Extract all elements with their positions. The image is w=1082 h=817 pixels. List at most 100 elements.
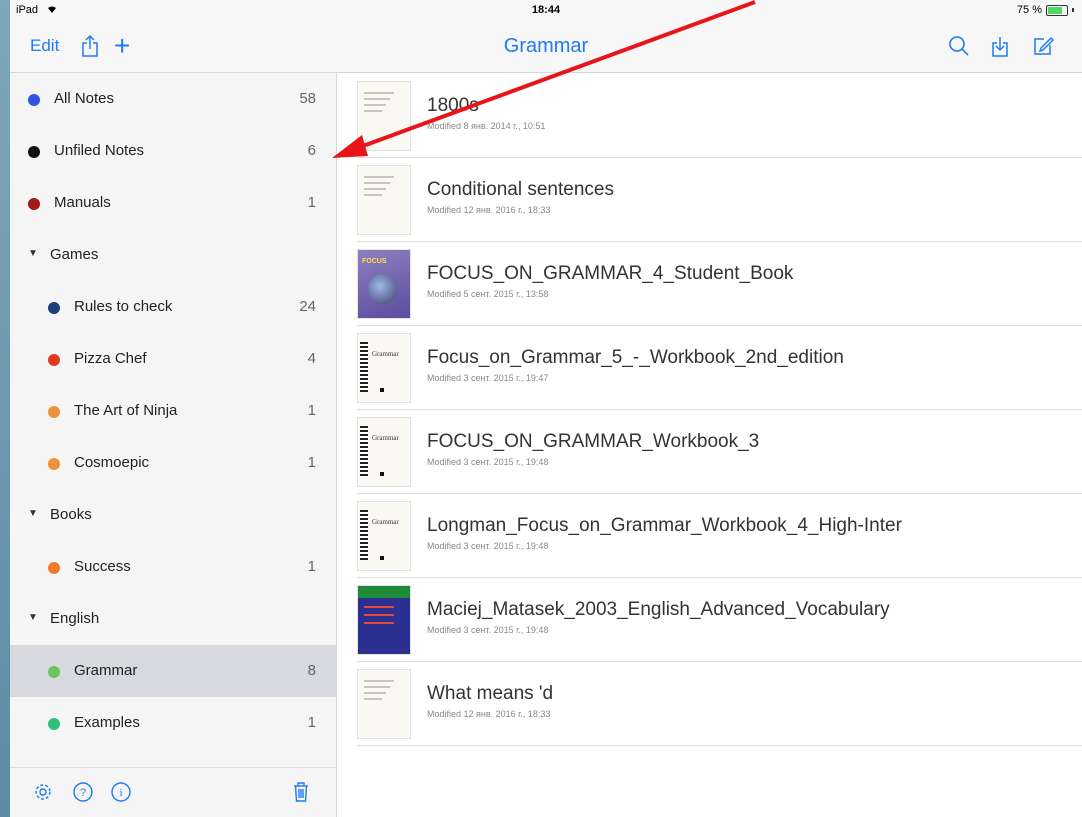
note-title: Focus_on_Grammar_5_-_Workbook_2nd_editio… xyxy=(427,347,844,368)
note-item[interactable]: Conditional sentences Modified 12 янв. 20… xyxy=(357,157,1082,242)
note-title: What means 'd xyxy=(427,683,554,704)
note-thumbnail: Grammar xyxy=(357,333,411,403)
ipad-screen: iPad 18:44 75 % Edit + Grammar All Notes… xyxy=(10,0,1082,817)
note-item[interactable]: Grammar Longman_Focus_on_Grammar_Workbook… xyxy=(357,493,1082,578)
sidebar-item-label: Pizza Chef xyxy=(74,350,147,367)
sidebar-item-count: 1 xyxy=(307,558,316,575)
sidebar-item-label: Manuals xyxy=(54,194,111,211)
notebook-color-dot xyxy=(48,666,60,678)
note-item[interactable]: Grammar Focus_on_Grammar_5_-_Workbook_2nd… xyxy=(357,325,1082,410)
info-icon[interactable]: i xyxy=(110,781,132,808)
sidebar-item-count: 1 xyxy=(307,402,316,419)
sidebar-item-label: Unfiled Notes xyxy=(54,142,145,159)
note-modified-date: Modified 12 янв. 2016 г., 18:33 xyxy=(427,709,551,719)
note-modified-date: Modified 3 сент. 2015 г., 19:48 xyxy=(427,625,549,635)
note-title: FOCUS_ON_GRAMMAR_Workbook_3 xyxy=(427,431,760,452)
note-title: Longman_Focus_on_Grammar_Workbook_4_High… xyxy=(427,515,902,536)
disclosure-triangle-icon[interactable]: ▼ xyxy=(28,248,38,259)
note-item[interactable]: Grammar FOCUS_ON_GRAMMAR_Workbook_3 Modifi… xyxy=(357,409,1082,494)
page-title: Grammar xyxy=(503,35,589,57)
sidebar-item-label: Books xyxy=(50,506,92,523)
note-thumbnail: Grammar xyxy=(357,501,411,571)
sidebar-item-count: 8 xyxy=(307,662,316,679)
sidebar-item[interactable]: ▼ Books xyxy=(10,489,336,541)
note-modified-date: Modified 3 сент. 2015 г., 19:48 xyxy=(427,457,549,467)
note-thumbnail xyxy=(357,165,411,235)
navigation-bar: Edit + Grammar xyxy=(10,20,1082,73)
note-thumbnail: FOCUS xyxy=(357,249,411,319)
sidebar-item[interactable]: ▼ Games xyxy=(10,229,336,281)
svg-text:?: ? xyxy=(80,787,86,799)
note-modified-date: Modified 3 сент. 2015 г., 19:47 xyxy=(427,373,549,383)
notes-list: 1800s Modified 8 янв. 2014 г., 10:51 Condi… xyxy=(337,73,1082,817)
sidebar-item[interactable]: Success 1 xyxy=(10,541,336,593)
note-item[interactable]: Maciej_Matasek_2003_English_Advanced_Voc… xyxy=(357,577,1082,662)
battery-icon xyxy=(1046,4,1068,16)
disclosure-triangle-icon[interactable]: ▼ xyxy=(28,612,38,623)
sidebar-item[interactable]: The Art of Ninja 1 xyxy=(10,385,336,437)
sidebar-item-label: Examples xyxy=(74,714,140,731)
clock: 18:44 xyxy=(531,4,561,16)
sidebar-item[interactable]: ▼ English xyxy=(10,593,336,645)
status-bar: iPad 18:44 75 % xyxy=(10,0,1082,20)
sidebar-item-count: 1 xyxy=(307,454,316,471)
note-title: Maciej_Matasek_2003_English_Advanced_Voc… xyxy=(427,599,890,620)
sidebar-item-label: Grammar xyxy=(74,662,138,679)
notebook-color-dot xyxy=(48,354,60,366)
sidebar-item[interactable]: Rules to check 24 xyxy=(10,281,336,333)
sidebar-item-count: 4 xyxy=(307,350,316,367)
compose-icon[interactable] xyxy=(1032,20,1054,72)
sidebar-item[interactable]: Cosmoepic 1 xyxy=(10,437,336,489)
help-icon[interactable]: ? xyxy=(72,781,94,808)
notebook-color-dot xyxy=(28,146,40,158)
notebook-color-dot xyxy=(28,94,40,106)
sidebar-item-count: 1 xyxy=(307,714,316,731)
sidebar-item-count: 1 xyxy=(307,194,316,211)
note-modified-date: Modified 8 янв. 2014 г., 10:51 xyxy=(427,121,546,131)
trash-icon[interactable] xyxy=(292,781,310,808)
note-thumbnail xyxy=(357,669,411,739)
sidebar-item[interactable]: All Notes 58 xyxy=(10,73,336,125)
sidebar-item-label: Cosmoepic xyxy=(74,454,150,471)
sidebar-item-label: The Art of Ninja xyxy=(74,402,178,419)
sidebar-item[interactable]: Grammar 8 xyxy=(10,645,336,697)
settings-gear-icon[interactable] xyxy=(32,781,54,808)
svg-text:i: i xyxy=(119,787,122,799)
note-title: Conditional sentences xyxy=(427,179,614,200)
battery-percent: 75 % xyxy=(1016,4,1042,16)
sidebar-item[interactable]: Pizza Chef 4 xyxy=(10,333,336,385)
sidebar-item[interactable]: Unfiled Notes 6 xyxy=(10,125,336,177)
notebook-color-dot xyxy=(48,562,60,574)
sidebar-item-count: 6 xyxy=(307,142,316,159)
sidebar-item[interactable]: Manuals 1 xyxy=(10,177,336,229)
note-modified-date: Modified 12 янв. 2016 г., 18:33 xyxy=(427,205,551,215)
note-item[interactable]: 1800s Modified 8 янв. 2014 г., 10:51 xyxy=(357,73,1082,158)
note-thumbnail: Grammar xyxy=(357,417,411,487)
import-icon[interactable] xyxy=(990,20,1010,72)
disclosure-triangle-icon[interactable]: ▼ xyxy=(28,508,38,519)
notebook-sidebar: All Notes 58 Unfiled Notes 6 Manuals 1 ▼ Games R… xyxy=(10,73,337,817)
battery-status: 75 % xyxy=(1017,4,1074,16)
notebook-color-dot xyxy=(28,198,40,210)
sidebar-item-label: Games xyxy=(50,246,99,263)
note-title: 1800s xyxy=(427,95,479,116)
note-thumbnail xyxy=(357,585,411,655)
sidebar-item-count: 24 xyxy=(299,298,316,315)
note-item[interactable]: What means 'd Modified 12 янв. 2016 г., 1… xyxy=(357,661,1082,746)
notebook-color-dot xyxy=(48,458,60,470)
note-modified-date: Modified 5 сент. 2015 г., 13:58 xyxy=(427,289,549,299)
sidebar-item-label: All Notes xyxy=(54,90,115,107)
note-title: FOCUS_ON_GRAMMAR_4_Student_Book xyxy=(427,263,794,284)
notebook-color-dot xyxy=(48,406,60,418)
sidebar-item[interactable]: Examples 1 xyxy=(10,697,336,749)
note-item[interactable]: FOCUS FOCUS_ON_GRAMMAR_4_Student_Book Modi… xyxy=(357,241,1082,326)
sidebar-item-count: 58 xyxy=(299,90,316,107)
note-thumbnail xyxy=(357,81,411,151)
sidebar-item-label: English xyxy=(50,610,100,627)
notebook-color-dot xyxy=(48,302,60,314)
notebook-color-dot xyxy=(48,718,60,730)
sidebar-item-label: Rules to check xyxy=(74,298,173,315)
search-icon[interactable] xyxy=(948,20,970,72)
sidebar-item-label: Success xyxy=(74,558,131,575)
note-modified-date: Modified 3 сент. 2015 г., 19:48 xyxy=(427,541,549,551)
